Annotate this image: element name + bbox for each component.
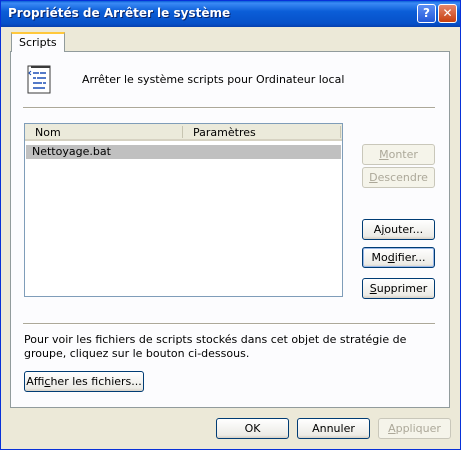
cancel-button[interactable]: Annuler bbox=[297, 418, 370, 439]
close-icon: ✕ bbox=[442, 6, 453, 20]
move-up-label: onter bbox=[388, 148, 418, 161]
edit-label-end: ifier... bbox=[394, 251, 426, 264]
column-header-name[interactable]: Nom bbox=[35, 126, 61, 139]
help-button[interactable]: ? bbox=[417, 4, 436, 23]
column-divider[interactable] bbox=[340, 126, 341, 138]
header-description: Arrêter le système scripts pour Ordinate… bbox=[82, 73, 345, 86]
show-files-button[interactable]: Afficher les fichiers... bbox=[24, 371, 144, 392]
ok-button[interactable]: OK bbox=[216, 418, 289, 439]
move-up-mnemonic: M bbox=[379, 148, 389, 161]
edit-button[interactable]: Modifier... bbox=[362, 247, 435, 268]
column-header-params[interactable]: Paramètres bbox=[193, 126, 256, 139]
apply-button[interactable]: Appliquer bbox=[378, 418, 451, 439]
list-item-name: Nettoyage.bat bbox=[32, 145, 111, 158]
show-files-label-end: her les fichiers... bbox=[50, 375, 142, 388]
list-header: Nom Paramètres bbox=[25, 124, 342, 141]
window-title: Propriétés de Arrêter le système bbox=[8, 6, 231, 20]
apply-label: ppliquer bbox=[395, 422, 441, 435]
add-label-end: outer... bbox=[384, 223, 424, 236]
show-files-label-start: Affi bbox=[26, 375, 45, 388]
delete-mnemonic: S bbox=[369, 282, 377, 295]
add-button[interactable]: Ajouter... bbox=[362, 219, 435, 240]
list-item[interactable]: Nettoyage.bat bbox=[26, 145, 341, 159]
move-down-label: escendre bbox=[377, 171, 428, 184]
script-document-icon bbox=[27, 65, 51, 94]
help-icon: ? bbox=[423, 6, 430, 20]
separator bbox=[23, 323, 435, 325]
tab-scripts[interactable]: Scripts bbox=[11, 32, 65, 52]
column-divider[interactable] bbox=[182, 126, 183, 138]
apply-mnemonic: A bbox=[388, 422, 396, 435]
info-text: Pour voir les fichiers de scripts stocké… bbox=[24, 333, 407, 360]
move-up-button[interactable]: Monter bbox=[362, 144, 435, 165]
delete-button[interactable]: Supprimer bbox=[362, 278, 435, 299]
move-down-mnemonic: D bbox=[369, 171, 378, 184]
close-button[interactable]: ✕ bbox=[438, 4, 457, 23]
cancel-label: Annuler bbox=[312, 422, 355, 435]
separator bbox=[23, 107, 435, 109]
title-bar[interactable]: Propriétés de Arrêter le système ? ✕ bbox=[1, 1, 460, 27]
move-down-button[interactable]: Descendre bbox=[362, 167, 435, 188]
edit-mnemonic: d bbox=[387, 251, 395, 264]
ok-label: OK bbox=[244, 422, 261, 435]
delete-label: upprimer bbox=[376, 282, 428, 295]
edit-label-start: Mo bbox=[371, 251, 388, 264]
scripts-list[interactable]: Nom Paramètres Nettoyage.bat bbox=[24, 123, 343, 297]
